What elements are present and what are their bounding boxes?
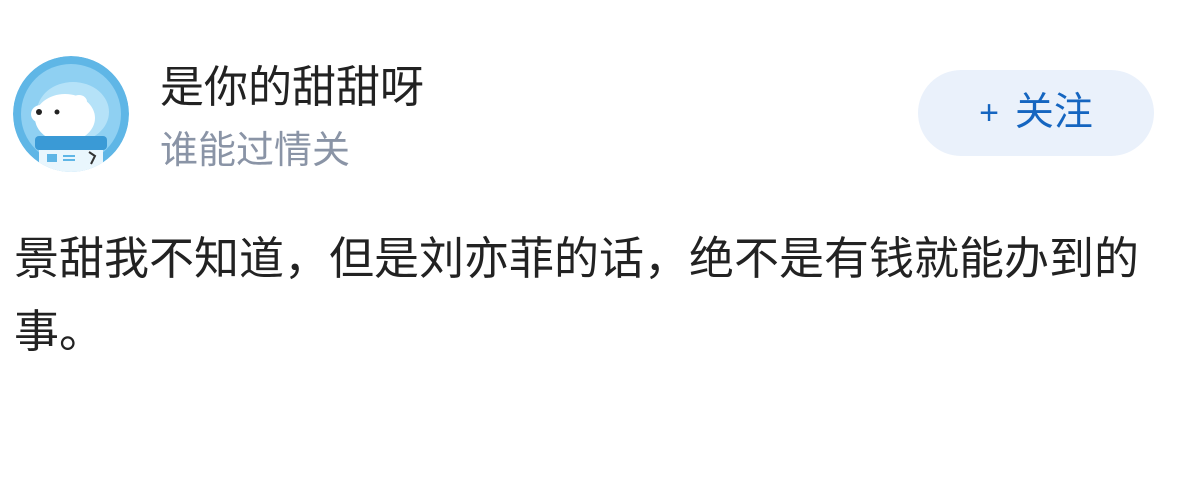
follow-label: 关注 xyxy=(1014,91,1093,134)
author-bio: 谁能过情关 xyxy=(160,128,351,172)
post-card: 是你的甜甜呀 谁能过情关 + 关注 景甜我不知道，但是刘亦菲的话，绝不是有钱就能… xyxy=(0,0,1200,485)
post-body-text: 景甜我不知道，但是刘亦菲的话，绝不是有钱就能办到的事。 xyxy=(14,232,1140,358)
plus-icon: + xyxy=(979,94,999,132)
avatar[interactable] xyxy=(13,56,129,172)
follow-button[interactable]: + 关注 xyxy=(918,70,1154,156)
author-name[interactable]: 是你的甜甜呀 xyxy=(160,58,424,118)
polar-bear-astronaut-icon xyxy=(13,56,129,172)
